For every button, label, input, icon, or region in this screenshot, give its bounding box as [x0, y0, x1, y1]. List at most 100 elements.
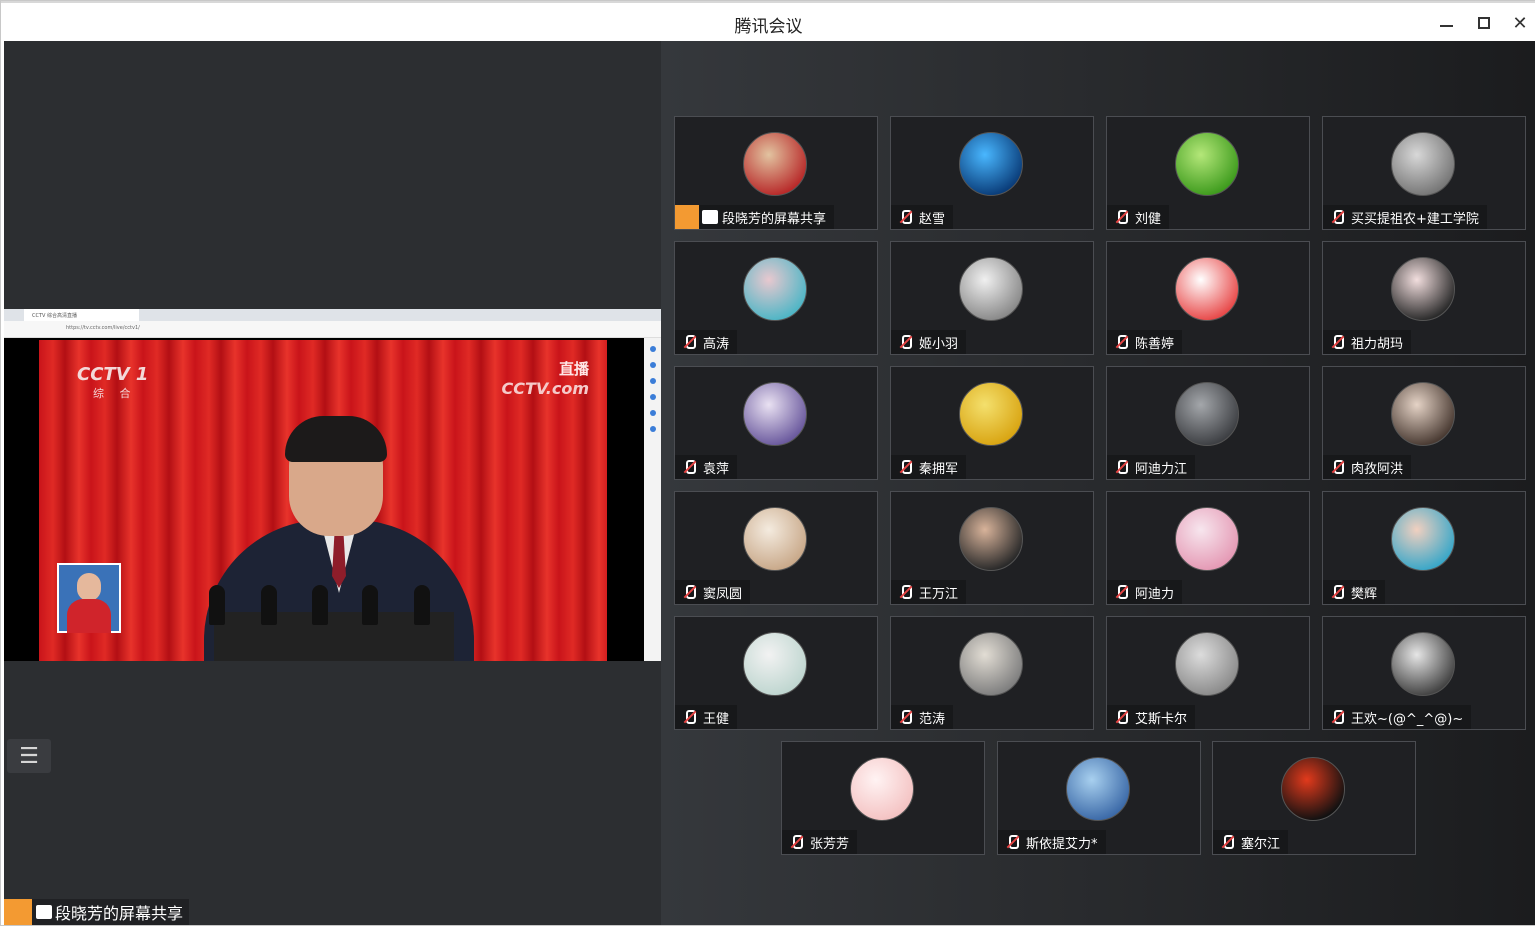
participant-name-bar: 赵雪: [891, 205, 954, 229]
participant-name: 艾斯卡尔: [1135, 711, 1188, 727]
participant-tile[interactable]: 肉孜阿洪: [1322, 366, 1526, 480]
mic-muted-icon: [1113, 584, 1129, 600]
sidebar-outlook-icon: [649, 426, 656, 432]
participant-name: 樊辉: [1351, 586, 1378, 602]
avatar: [743, 257, 807, 321]
participant-name: 段晓芳的屏幕共享: [722, 211, 827, 227]
participant-name-bar: 段晓芳的屏幕共享: [675, 205, 835, 229]
mic-muted-icon: [1329, 459, 1345, 475]
participant-name-bar: 艾斯卡尔: [1107, 705, 1196, 729]
participant-name: 姬小羽: [919, 336, 959, 352]
participant-name-bar: 祖力胡玛: [1323, 330, 1412, 354]
participant-tile[interactable]: 祖力胡玛: [1322, 241, 1526, 355]
participant-tile[interactable]: 阿迪力江: [1106, 366, 1310, 480]
avatar: [959, 632, 1023, 696]
participant-name-bar: 塞尔江: [1213, 830, 1289, 854]
mic-muted-icon: [1329, 584, 1345, 600]
sidebar-tools-icon: [649, 378, 656, 384]
participant-name-bar: 张芳芳: [782, 830, 858, 854]
participant-tile[interactable]: 王健: [674, 616, 878, 730]
participant-tile[interactable]: 姬小羽: [890, 241, 1094, 355]
participant-name: 斯依提艾力*: [1026, 836, 1098, 852]
list-icon: ☰: [19, 743, 39, 769]
avatar: [743, 632, 807, 696]
live-badge: 直播 CCTV.com: [501, 358, 589, 398]
participant-name: 袁萍: [703, 461, 730, 477]
avatar: [959, 132, 1023, 196]
participant-tile[interactable]: 窦凤圆: [674, 491, 878, 605]
avatar: [1175, 632, 1239, 696]
mic-muted-icon: [897, 209, 913, 225]
participant-name-bar: 阿迪力: [1107, 580, 1183, 604]
participant-name-bar: 袁萍: [675, 455, 738, 479]
avatar: [959, 507, 1023, 571]
shared-screen-view[interactable]: CCTV 综合高清直播 https://tv.cctv.com/live/cct…: [4, 309, 661, 661]
avatar: [1066, 757, 1130, 821]
close-button[interactable]: ✕: [1507, 10, 1533, 36]
participant-tile[interactable]: 王欢~(@^_^@)~: [1322, 616, 1526, 730]
channel-sub-text: 综 合: [93, 387, 137, 400]
participant-name-bar: 高涛: [675, 330, 738, 354]
participant-tile[interactable]: 斯依提艾力*: [997, 741, 1201, 855]
participant-tile[interactable]: 段晓芳的屏幕共享: [674, 116, 878, 230]
maximize-icon: [1478, 17, 1490, 29]
participant-tile[interactable]: 买买提祖农+建工学院: [1322, 116, 1526, 230]
podium-mic: [362, 585, 378, 625]
mic-muted-icon: [1004, 834, 1020, 850]
minimize-button[interactable]: [1433, 10, 1459, 36]
participant-tile[interactable]: 樊辉: [1322, 491, 1526, 605]
participant-tile[interactable]: 高涛: [674, 241, 878, 355]
user-icon: [675, 205, 699, 229]
participant-name-bar: 王健: [675, 705, 738, 729]
mic-muted-icon: [788, 834, 804, 850]
participant-tile[interactable]: 范涛: [890, 616, 1094, 730]
participant-name-bar: 买买提祖农+建工学院: [1323, 205, 1487, 229]
participant-tile[interactable]: 袁萍: [674, 366, 878, 480]
participant-name-bar: 窦凤圆: [675, 580, 751, 604]
participant-name: 祖力胡玛: [1351, 336, 1404, 352]
participant-tile[interactable]: 塞尔江: [1212, 741, 1416, 855]
maximize-button[interactable]: [1471, 10, 1497, 36]
avatar: [959, 257, 1023, 321]
avatar: [1391, 257, 1455, 321]
window-title: 腾讯会议: [734, 17, 803, 37]
mic-muted-icon: [681, 709, 697, 725]
participant-tile[interactable]: 阿迪力: [1106, 491, 1310, 605]
participant-name: 王万江: [919, 586, 959, 602]
meeting-window: 腾讯会议 ✕ CCTV 综合高清直播 https://tv.cctv.com/l…: [0, 0, 1535, 926]
participant-name: 王健: [703, 711, 730, 727]
podium-mic: [209, 585, 225, 625]
mic-muted-icon: [681, 459, 697, 475]
mic-muted-icon: [681, 334, 697, 350]
browser-tab-strip: CCTV 综合高清直播: [4, 309, 661, 321]
avatar: [1175, 507, 1239, 571]
mic-muted-icon: [1113, 209, 1129, 225]
mic-muted-icon: [681, 584, 697, 600]
mic-muted-icon: [1329, 334, 1345, 350]
browser-url: https://tv.cctv.com/live/cctv1/: [66, 325, 140, 331]
participant-name: 陈善婷: [1135, 336, 1175, 352]
share-icon: [702, 210, 718, 224]
presenter-name: 段晓芳的屏幕共享: [55, 904, 184, 923]
shared-screen-pane: CCTV 综合高清直播 https://tv.cctv.com/live/cct…: [4, 41, 661, 925]
browser-sidebar: [644, 338, 661, 661]
sidebar-people-icon: [649, 394, 656, 400]
participant-tile[interactable]: 秦拥军: [890, 366, 1094, 480]
cctv-logo: CCTV 1 综 合: [77, 364, 148, 401]
participant-tile[interactable]: 赵雪: [890, 116, 1094, 230]
participant-name: 窦凤圆: [703, 586, 743, 602]
avatar: [1175, 382, 1239, 446]
podium-mic: [414, 585, 430, 625]
participant-name-bar: 樊辉: [1323, 580, 1386, 604]
participant-name: 阿迪力: [1135, 586, 1175, 602]
participant-list-button[interactable]: ☰: [7, 739, 51, 773]
channel-logo-text: CCTV 1: [77, 364, 149, 385]
participant-tile[interactable]: 刘健: [1106, 116, 1310, 230]
participant-tile[interactable]: 张芳芳: [781, 741, 985, 855]
participant-tile[interactable]: 陈善婷: [1106, 241, 1310, 355]
participant-tile[interactable]: 王万江: [890, 491, 1094, 605]
avatar: [1175, 132, 1239, 196]
mic-muted-icon: [1113, 709, 1129, 725]
sidebar-search-icon: [649, 346, 656, 352]
participant-tile[interactable]: 艾斯卡尔: [1106, 616, 1310, 730]
